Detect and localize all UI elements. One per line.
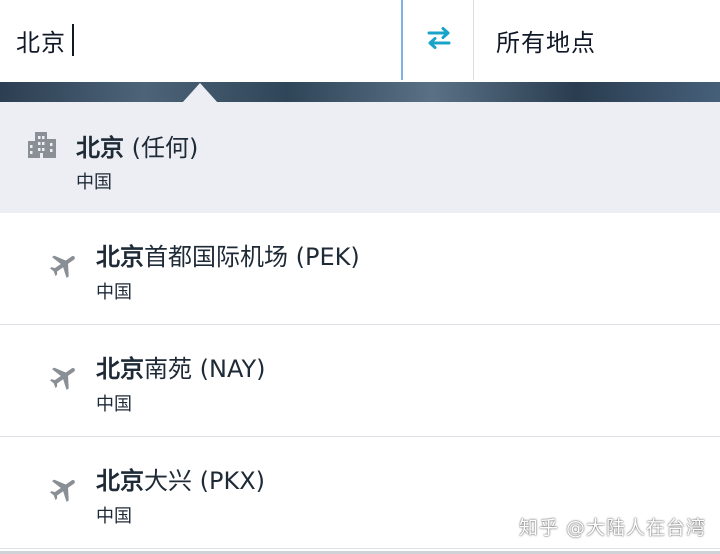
suggestion-country: 中国 <box>96 282 132 303</box>
suggestion-city-beijing[interactable]: 北京 (任何) 中国 <box>0 102 720 213</box>
suggestion-name-rest: (任何) <box>124 134 199 162</box>
suggestion-airport-nay[interactable]: 北京南苑 (NAY) 中国 <box>0 325 720 437</box>
suggestion-name-rest: 首都国际机场 (PEK) <box>144 243 360 271</box>
suggestion-country: 中国 <box>96 506 132 527</box>
plane-icon <box>48 249 80 285</box>
text-cursor <box>72 24 74 56</box>
suggestion-airport-pek[interactable]: 北京首都国际机场 (PEK) 中国 <box>0 213 720 325</box>
city-icon <box>26 130 58 164</box>
suggestion-list: 北京 (任何) 中国 北京首都国际机场 (PEK) 中国 北京南苑 (NAY) … <box>0 102 720 549</box>
suggestion-title: 北京 (任何) <box>76 128 198 163</box>
destination-input-value: 所有地点 <box>496 28 596 57</box>
plane-icon <box>48 473 80 509</box>
suggestion-name-bold: 北京 <box>76 134 124 162</box>
watermark: 知乎 @大陆人在台湾 <box>518 517 706 539</box>
suggestion-title: 北京大兴 (PKX) <box>96 461 265 496</box>
suggestion-name-bold: 北京 <box>96 355 144 383</box>
suggestion-name-rest: 大兴 (PKX) <box>144 467 266 495</box>
background-photo-strip <box>0 82 720 102</box>
suggestion-name-bold: 北京 <box>96 243 144 271</box>
origin-input-value: 北京 <box>16 28 66 57</box>
origin-input[interactable]: 北京 <box>0 0 403 80</box>
suggestion-country: 中国 <box>96 394 132 415</box>
suggestion-title: 北京首都国际机场 (PEK) <box>96 237 360 272</box>
suggestion-name-bold: 北京 <box>96 467 144 495</box>
suggestion-name-rest: 南苑 (NAY) <box>144 355 266 383</box>
suggestion-country: 中国 <box>76 172 112 193</box>
swap-arrows-icon <box>425 26 453 54</box>
swap-button[interactable] <box>405 0 474 80</box>
flight-search-bar: 北京 所有地点 <box>0 0 720 83</box>
plane-icon <box>48 361 80 397</box>
suggestion-title: 北京南苑 (NAY) <box>96 349 266 384</box>
dropdown-pointer <box>182 83 218 103</box>
destination-input[interactable]: 所有地点 <box>474 0 720 80</box>
